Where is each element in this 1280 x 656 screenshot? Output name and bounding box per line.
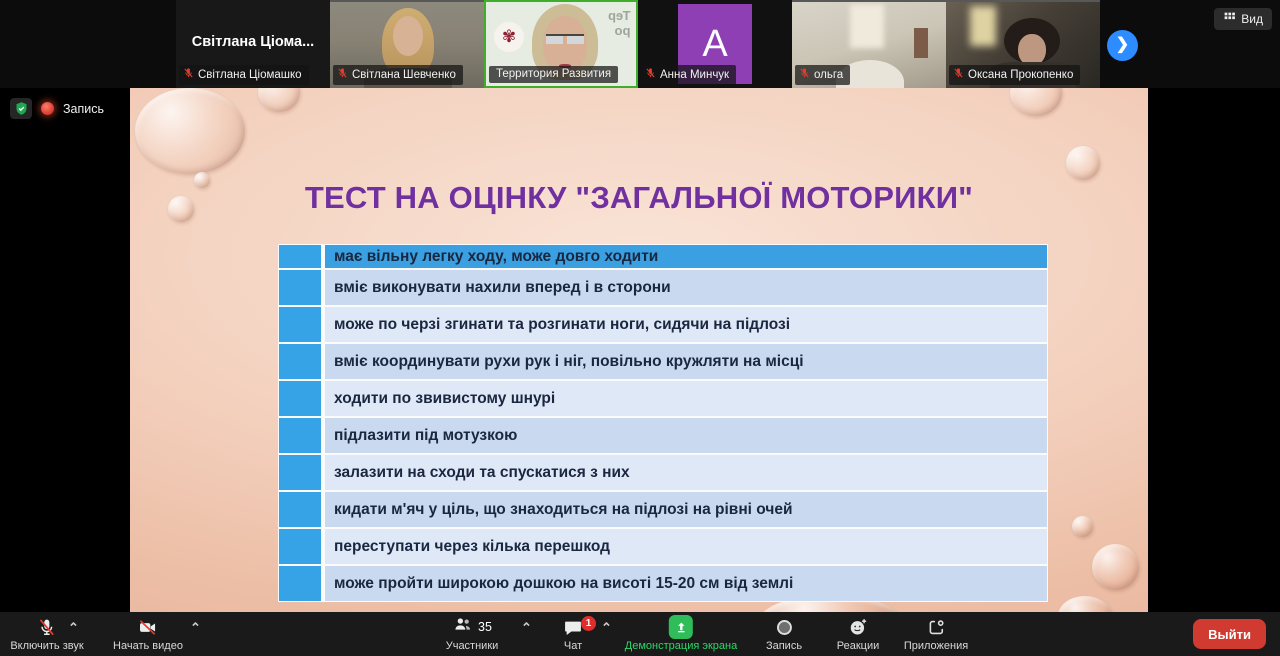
- mic-muted-icon: [337, 67, 348, 82]
- slide-title: ТЕСТ НА ОЦІНКУ "ЗАГАЛЬНОЇ МОТОРИКИ": [130, 180, 1148, 216]
- reactions-smiley-icon: [848, 615, 869, 639]
- record-button[interactable]: Запись: [766, 615, 802, 652]
- bubble-decoration: [1092, 544, 1139, 590]
- table-number-cell: [279, 418, 321, 453]
- mic-muted-icon: [183, 67, 194, 82]
- mic-muted-icon: [953, 67, 964, 82]
- bubble-decoration: [1066, 146, 1100, 180]
- chat-button[interactable]: Чат: [563, 615, 583, 652]
- chat-options-caret[interactable]: ⌃: [601, 620, 612, 636]
- next-participants-button[interactable]: ❯: [1107, 30, 1138, 61]
- table-number-cell: [279, 566, 321, 601]
- video-strip: Світлана Ціома... Світлана Ціомашко Світ…: [0, 0, 1280, 88]
- video-tile-prokopenko[interactable]: Оксана Прокопенко: [946, 0, 1100, 88]
- bubble-decoration: [1072, 516, 1093, 537]
- table-row: ходити по звивистому шнурі: [279, 381, 1047, 416]
- participant-name-label: Світлана Шевченко: [333, 65, 463, 85]
- share-screen-icon: [669, 615, 693, 639]
- table-number-cell: [279, 270, 321, 305]
- table-row: вміє координувати рухи рук і ніг, повіль…: [279, 344, 1047, 379]
- video-tile-territoriya-razvitiya-active-speaker[interactable]: Тер ро ✾ Территория Развития: [484, 0, 638, 88]
- video-tile-shevchenko[interactable]: Світлана Шевченко: [330, 0, 484, 88]
- participant-name-label: Світлана Ціомашко: [179, 65, 309, 85]
- table-number-cell: [279, 307, 321, 342]
- participants-options-caret[interactable]: ⌃: [521, 620, 532, 636]
- participants-button[interactable]: 35 Участники: [446, 615, 499, 652]
- video-options-caret[interactable]: ⌃: [190, 620, 201, 636]
- table-row: підлазити під мотузкою: [279, 418, 1047, 453]
- table-row: може пройти широкою дошкою на висоті 15-…: [279, 566, 1047, 601]
- motor-skills-table: має вільну легку ходу, може довго ходити…: [278, 244, 1048, 602]
- mic-muted-icon: [799, 67, 810, 82]
- mirrored-background-text: Тер ро: [608, 8, 630, 38]
- table-number-cell: [279, 455, 321, 490]
- meeting-status-row: Запись: [10, 98, 104, 119]
- participant-name-label: ольга: [795, 65, 850, 85]
- mic-muted-icon: [645, 67, 656, 82]
- table-number-cell: [279, 381, 321, 416]
- flower-logo: ✾: [494, 22, 524, 52]
- bubble-decoration: [258, 88, 300, 112]
- video-tile-tsiomashko[interactable]: Світлана Ціома... Світлана Ціомашко: [176, 0, 330, 88]
- table-number-cell: [279, 344, 321, 379]
- record-icon: [775, 615, 794, 639]
- apps-icon: [926, 615, 945, 639]
- glasses: [546, 34, 584, 44]
- participants-count: 35: [478, 620, 492, 634]
- table-number-cell: [279, 529, 321, 564]
- chat-icon: [563, 615, 583, 639]
- start-video-button[interactable]: Начать видео: [113, 615, 183, 652]
- audio-options-caret[interactable]: ⌃: [68, 620, 79, 636]
- table-row: має вільну легку ходу, може довго ходити: [279, 245, 1047, 268]
- shared-screen-slide: ТЕСТ НА ОЦІНКУ "ЗАГАЛЬНОЇ МОТОРИКИ" має …: [130, 88, 1148, 612]
- apps-button[interactable]: Приложения: [904, 615, 968, 652]
- video-tile-minchuk[interactable]: А Анна Минчук: [638, 0, 792, 88]
- camera-muted-icon: [138, 615, 159, 639]
- reactions-button[interactable]: Реакции: [837, 615, 880, 652]
- participants-icon: [452, 615, 474, 639]
- mic-muted-icon: [37, 615, 56, 639]
- recording-label: Запись: [63, 102, 104, 116]
- participant-name-label: Оксана Прокопенко: [949, 65, 1080, 85]
- bubble-decoration: [1010, 88, 1062, 116]
- table-number-cell: [279, 245, 321, 268]
- leave-meeting-button[interactable]: Выйти: [1193, 619, 1266, 649]
- table-row: залазити на сходи та спускатися з них: [279, 455, 1047, 490]
- table-row: вміє виконувати нахили вперед і в сторон…: [279, 270, 1047, 305]
- table-row: кидати м'яч у ціль, що знаходиться на пі…: [279, 492, 1047, 527]
- table-row: переступати через кілька перешкод: [279, 529, 1047, 564]
- bubble-decoration: [1058, 596, 1112, 612]
- view-button[interactable]: Вид: [1214, 8, 1272, 30]
- participant-name-label: Анна Минчук: [641, 65, 736, 85]
- bubble-decoration: [135, 88, 245, 174]
- recording-dot-icon: [41, 102, 54, 115]
- zoom-meeting-window: Світлана Ціома... Світлана Ціомашко Світ…: [0, 0, 1280, 656]
- meeting-toolbar: Включить звук ⌃ Начать видео ⌃ 35 Участн…: [0, 612, 1280, 656]
- chat-unread-badge: 1: [581, 616, 596, 631]
- participant-display-name: Світлана Ціома...: [176, 34, 330, 50]
- share-screen-button[interactable]: Демонстрация экрана: [625, 615, 737, 652]
- video-tile-olga[interactable]: ольга: [792, 0, 946, 88]
- table-number-cell: [279, 492, 321, 527]
- security-shield-icon[interactable]: [10, 98, 32, 119]
- grid-view-icon: [1223, 11, 1236, 27]
- participant-name-label: Территория Развития: [489, 66, 618, 83]
- table-row: може по черзі згинати та розгинати ноги,…: [279, 307, 1047, 342]
